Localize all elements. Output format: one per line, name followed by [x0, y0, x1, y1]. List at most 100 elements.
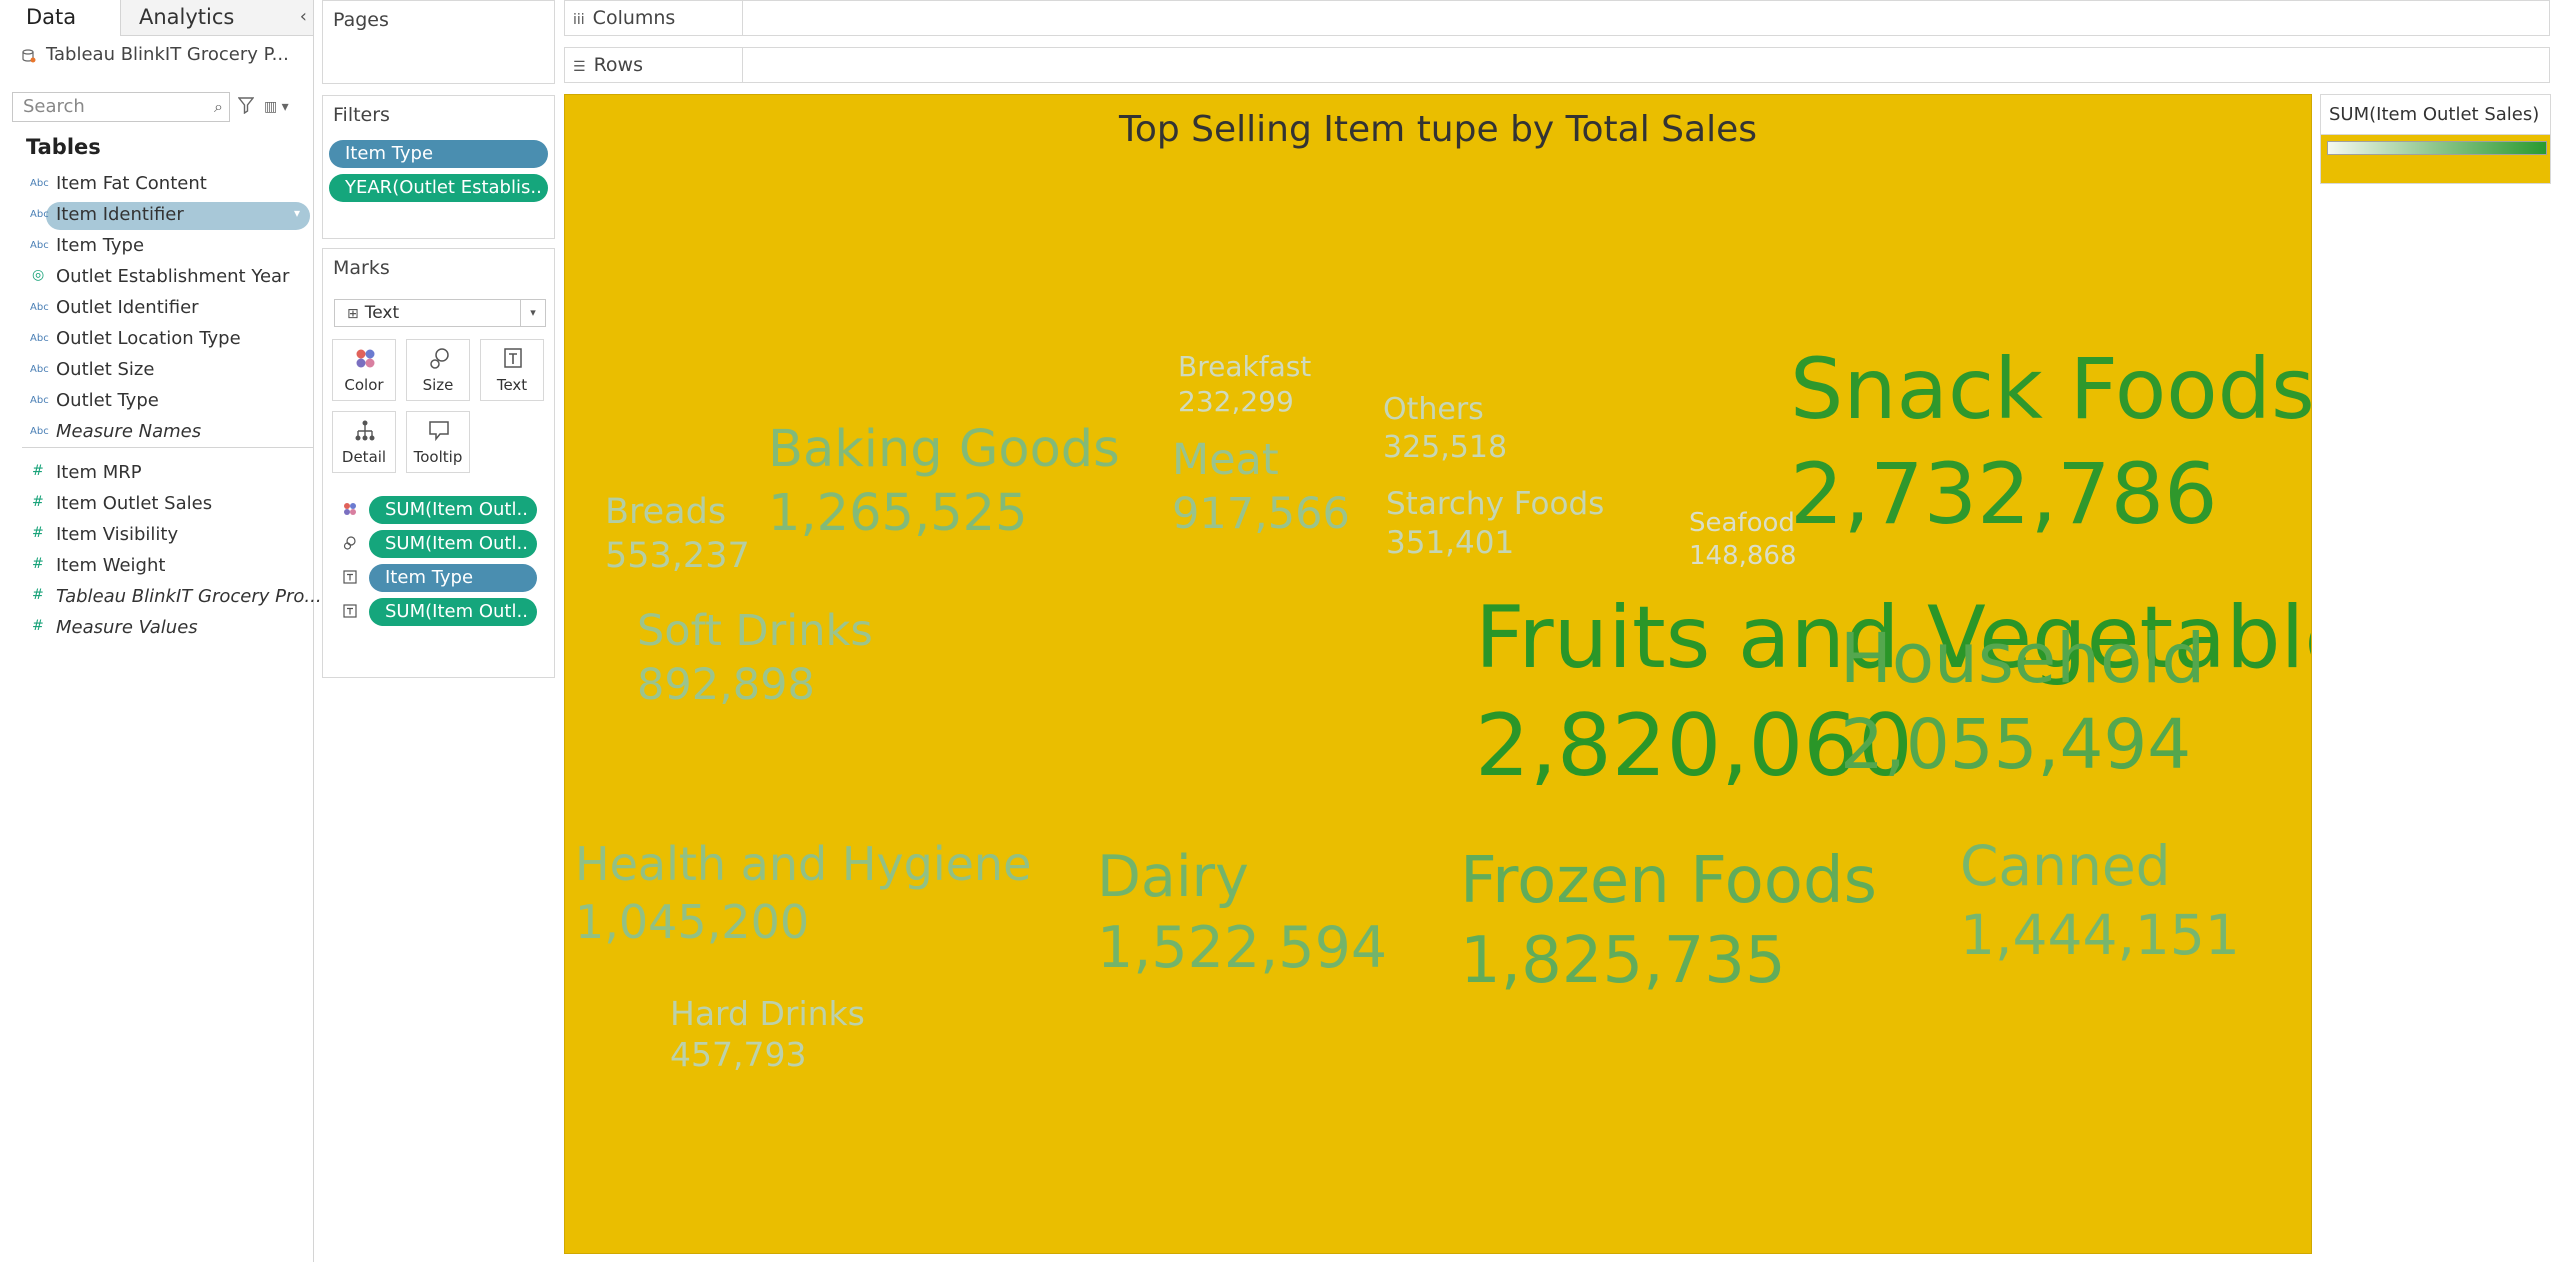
item-type-label: Breads	[605, 492, 727, 532]
rows-icon: ☰	[573, 59, 586, 75]
sales-value-label: 1,825,735	[1460, 924, 1786, 998]
size-label: Size	[422, 376, 454, 394]
sales-value-label: 917,566	[1172, 489, 1350, 539]
pages-title: Pages	[333, 9, 389, 31]
marks-pill-label[interactable]: Item Type	[369, 564, 537, 592]
word-cloud-mark[interactable]: Breads 553,237	[605, 495, 750, 574]
field-row[interactable]: Abc Outlet Location Type	[0, 324, 313, 355]
rows-shelf[interactable]: ☰ Rows	[564, 47, 2550, 83]
search-input[interactable]: Search ⌕	[12, 92, 230, 122]
word-cloud-viz[interactable]: Top Selling Item tupe by Total Sales Fru…	[564, 94, 2312, 1254]
datasource-label: Tableau BlinkIT Grocery P...	[46, 44, 289, 65]
field-row[interactable]: Abc Outlet Identifier	[0, 293, 313, 324]
pages-card[interactable]: Pages	[322, 0, 555, 84]
tooltip-icon	[429, 421, 449, 442]
measure-field-icon: #	[32, 556, 44, 572]
field-label: Outlet Location Type	[56, 328, 241, 349]
detail-button[interactable]: Detail	[332, 411, 396, 473]
tab-analytics-label: Analytics	[139, 5, 235, 29]
field-label: Item Identifier	[56, 204, 184, 225]
text-icon	[504, 348, 522, 368]
word-cloud-mark[interactable]: Meat 917,566	[1172, 439, 1350, 536]
measure-field-icon: #	[32, 494, 44, 510]
string-field-icon: Abc	[30, 302, 49, 313]
field-row[interactable]: Abc Item Type	[0, 231, 313, 262]
field-row[interactable]: Abc Outlet Type	[0, 386, 313, 417]
columns-icon: iii	[573, 12, 585, 28]
item-type-label: Seafood	[1689, 508, 1795, 538]
field-row[interactable]: Abc Outlet Size	[0, 355, 313, 386]
field-label: Item Type	[56, 235, 145, 256]
word-cloud-mark[interactable]: Household 2,055,494	[1840, 625, 2205, 780]
word-cloud-mark[interactable]: Starchy Foods 351,401	[1386, 489, 1604, 559]
color-button[interactable]: Color	[332, 339, 396, 401]
field-row[interactable]: # Item Visibility	[0, 520, 313, 551]
tab-analytics[interactable]: Analytics ‹	[120, 0, 313, 36]
collapse-pane-icon[interactable]: ‹	[300, 0, 307, 34]
word-cloud-mark[interactable]: Health and Hygiene 1,045,200	[575, 841, 1031, 945]
sales-value-label: 2,732,786	[1790, 445, 2218, 543]
word-cloud-mark[interactable]: Breakfast 232,299	[1178, 353, 1311, 416]
item-type-label: Canned	[1960, 834, 2171, 898]
color-legend[interactable]: SUM(Item Outlet Sales)	[2320, 94, 2551, 184]
item-type-label: Health and Hygiene	[575, 837, 1032, 891]
columns-shelf[interactable]: iii Columns	[564, 0, 2550, 36]
word-cloud-mark[interactable]: Hard Drinks 457,793	[670, 997, 865, 1071]
field-row[interactable]: Abc Item Fat Content	[0, 169, 313, 200]
text-label: Text	[496, 376, 528, 394]
string-field-icon: Abc	[30, 364, 49, 375]
word-cloud-mark[interactable]: Soft Drinks 892,898	[637, 610, 873, 707]
word-cloud-mark[interactable]: Dairy 1,522,594	[1097, 849, 1387, 977]
item-type-label: Household	[1840, 619, 2206, 699]
field-label: Item Weight	[56, 555, 166, 576]
size-button[interactable]: Size	[406, 339, 470, 401]
field-row[interactable]: # Tableau BlinkIT Grocery Pro...	[0, 582, 322, 613]
word-cloud-mark[interactable]: Frozen Foods 1,825,735	[1460, 849, 1877, 993]
marks-pill-size[interactable]: SUM(Item Outl..	[369, 530, 537, 558]
field-row[interactable]: ◎ Outlet Establishment Year	[0, 262, 313, 293]
item-type-label: Soft Drinks	[637, 606, 873, 656]
detail-icon	[355, 420, 375, 441]
word-cloud-mark[interactable]: Baking Goods 1,265,525	[768, 424, 1120, 539]
field-row[interactable]: ▾ Abc Item Identifier	[0, 200, 313, 231]
color-label: Color	[344, 376, 384, 394]
chevron-down-icon[interactable]: ▾	[294, 206, 300, 220]
tooltip-button[interactable]: Tooltip	[406, 411, 470, 473]
field-label: Item Fat Content	[56, 173, 207, 194]
filters-title: Filters	[333, 104, 390, 126]
field-row[interactable]: Abc Measure Names	[0, 417, 313, 448]
field-row[interactable]: # Item Outlet Sales	[0, 489, 313, 520]
color-icon	[356, 349, 375, 368]
sales-value-label: 1,444,151	[1960, 903, 2240, 967]
datasource-name[interactable]: Tableau BlinkIT Grocery P...	[22, 44, 289, 65]
filter-pill-year[interactable]: YEAR(Outlet Establis..	[329, 174, 548, 202]
mark-type-icon: ⊞	[347, 306, 359, 322]
field-row[interactable]: # Measure Values	[0, 613, 313, 644]
field-row[interactable]: # Item Weight	[0, 551, 313, 582]
filter-icon[interactable]	[238, 96, 254, 114]
item-type-label: Dairy	[1097, 844, 1249, 910]
tooltip-label: Tooltip	[413, 448, 463, 466]
text-button[interactable]: Text	[480, 339, 544, 401]
color-icon	[344, 503, 356, 515]
marks-pill-color[interactable]: SUM(Item Outl..	[369, 496, 537, 524]
filter-pill-item-type[interactable]: Item Type	[329, 140, 548, 168]
size-icon	[343, 536, 356, 550]
word-cloud-mark[interactable]: Others 325,518	[1383, 395, 1507, 463]
marks-field-row: SUM(Item Outl..	[323, 597, 556, 627]
word-cloud-mark[interactable]: Snack Foods 2,732,786	[1790, 347, 2311, 543]
viz-title: Top Selling Item tupe by Total Sales	[1118, 109, 1757, 150]
view-options-icon[interactable]: ▥ ▾	[264, 99, 289, 115]
marks-field-row: Item Type	[323, 563, 556, 593]
sales-value-label: 2,055,494	[1840, 705, 2192, 785]
filters-card[interactable]: Filters Item Type YEAR(Outlet Establis..	[322, 95, 555, 239]
item-type-label: Baking Goods	[768, 420, 1120, 479]
field-row[interactable]: # Item MRP	[0, 458, 313, 489]
word-cloud-mark[interactable]: Canned 1,444,151	[1960, 839, 2240, 963]
rows-text: Rows	[593, 54, 643, 76]
word-cloud-mark[interactable]: Seafood 148,868	[1689, 510, 1797, 569]
detail-label: Detail	[341, 448, 387, 466]
tab-data[interactable]: Data	[0, 0, 120, 36]
marks-pill-label-value[interactable]: SUM(Item Outl..	[369, 598, 537, 626]
mark-type-dropdown[interactable]: ⊞ Text ▾	[334, 299, 546, 327]
